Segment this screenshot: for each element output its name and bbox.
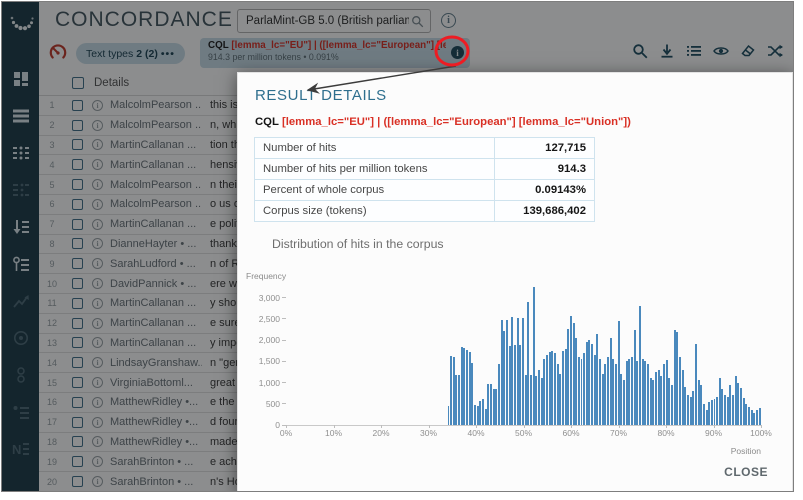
histogram-bar: [690, 397, 692, 425]
distribution-chart: Frequency 05001,0001,5002,0002,5003,0000…: [238, 268, 794, 458]
stat-label: Percent of whole corpus: [255, 180, 495, 201]
y-axis-label: Frequency: [246, 271, 286, 281]
histogram-bar: [458, 375, 460, 425]
table-row: Percent of whole corpus0.09143%: [255, 180, 595, 201]
histogram-bar: [567, 329, 569, 425]
y-axis-tick: 2,500: [259, 314, 286, 324]
stat-value: 914.3: [495, 159, 595, 180]
histogram-bar: [490, 384, 492, 425]
result-stats-table: Number of hits127,715 Number of hits per…: [254, 137, 595, 222]
table-row: Corpus size (tokens)139,686,402: [255, 201, 595, 222]
histogram-bar: [668, 378, 670, 425]
x-axis-tick: 20%: [372, 428, 389, 438]
y-axis-tick: 1,000: [259, 378, 286, 388]
histogram-bar: [644, 361, 646, 425]
histogram-bar: [612, 359, 614, 425]
modal-title: RESULT DETAILS: [255, 87, 387, 104]
histogram-bar: [679, 357, 681, 425]
x-axis-tick: 40%: [467, 428, 484, 438]
y-axis-tick: 500: [266, 399, 286, 409]
app-window: N CONCORDANCE i Text types 2 (2) •••: [1, 1, 794, 492]
stat-label: Number of hits: [255, 138, 495, 159]
modal-cql-label: CQL: [255, 116, 279, 128]
x-axis-label: Position: [286, 446, 761, 456]
close-button[interactable]: CLOSE: [718, 464, 774, 480]
modal-cql-query: [lemma_lc="EU"] | ([lemma_lc="European"]…: [282, 116, 631, 128]
stat-label: Corpus size (tokens): [255, 201, 495, 222]
x-axis-tick: 30%: [420, 428, 437, 438]
x-axis-tick: 60%: [562, 428, 579, 438]
table-row: Number of hits127,715: [255, 138, 595, 159]
histogram-bar: [525, 375, 527, 425]
histogram-bar: [479, 401, 481, 425]
histogram-bar: [759, 408, 761, 425]
result-details-modal: RESULT DETAILS CQL [lemma_lc="EU"] | ([l…: [237, 72, 793, 492]
x-axis-tick: 50%: [515, 428, 532, 438]
chart-title: Distribution of hits in the corpus: [272, 237, 444, 251]
histogram-bar: [535, 376, 537, 425]
histogram-bar: [756, 410, 758, 425]
stat-value: 139,686,402: [495, 201, 595, 222]
histogram-bar: [511, 317, 513, 425]
x-axis-tick: 90%: [705, 428, 722, 438]
stat-value: 0.09143%: [495, 180, 595, 201]
x-axis-tick: 80%: [657, 428, 674, 438]
y-axis-tick: 2,000: [259, 335, 286, 345]
histogram-bar: [658, 370, 660, 425]
chart-plot: 05001,0001,5002,0002,5003,0000%10%20%30%…: [286, 285, 761, 426]
histogram-bar: [735, 376, 737, 425]
x-axis-tick: 70%: [610, 428, 627, 438]
histogram-bar: [623, 380, 625, 425]
histogram-bar: [634, 330, 636, 425]
stat-value: 127,715: [495, 138, 595, 159]
histogram-bar: [546, 355, 548, 425]
histogram-bar: [557, 364, 559, 426]
histogram-bar: [602, 374, 604, 425]
histogram-bar: [711, 400, 713, 425]
table-row: Number of hits per million tokens914.3: [255, 159, 595, 180]
histogram-bar: [578, 357, 580, 425]
histogram-bar: [745, 404, 747, 425]
y-axis-tick: 1,500: [259, 356, 286, 366]
stat-label: Number of hits per million tokens: [255, 159, 495, 180]
screenshot-stage: N CONCORDANCE i Text types 2 (2) •••: [0, 0, 803, 500]
x-axis-tick: 10%: [325, 428, 342, 438]
histogram-bar: [724, 395, 726, 425]
histogram-bar: [591, 344, 593, 425]
y-axis-tick: 3,000: [259, 293, 286, 303]
histogram-bar: [501, 320, 503, 425]
histogram-bar: [700, 385, 702, 425]
modal-cql-line: CQL [lemma_lc="EU"] | ([lemma_lc="Europe…: [255, 116, 631, 128]
x-axis-tick: 100%: [750, 428, 772, 438]
histogram-bar: [469, 352, 471, 425]
x-axis-tick: 0%: [280, 428, 292, 438]
